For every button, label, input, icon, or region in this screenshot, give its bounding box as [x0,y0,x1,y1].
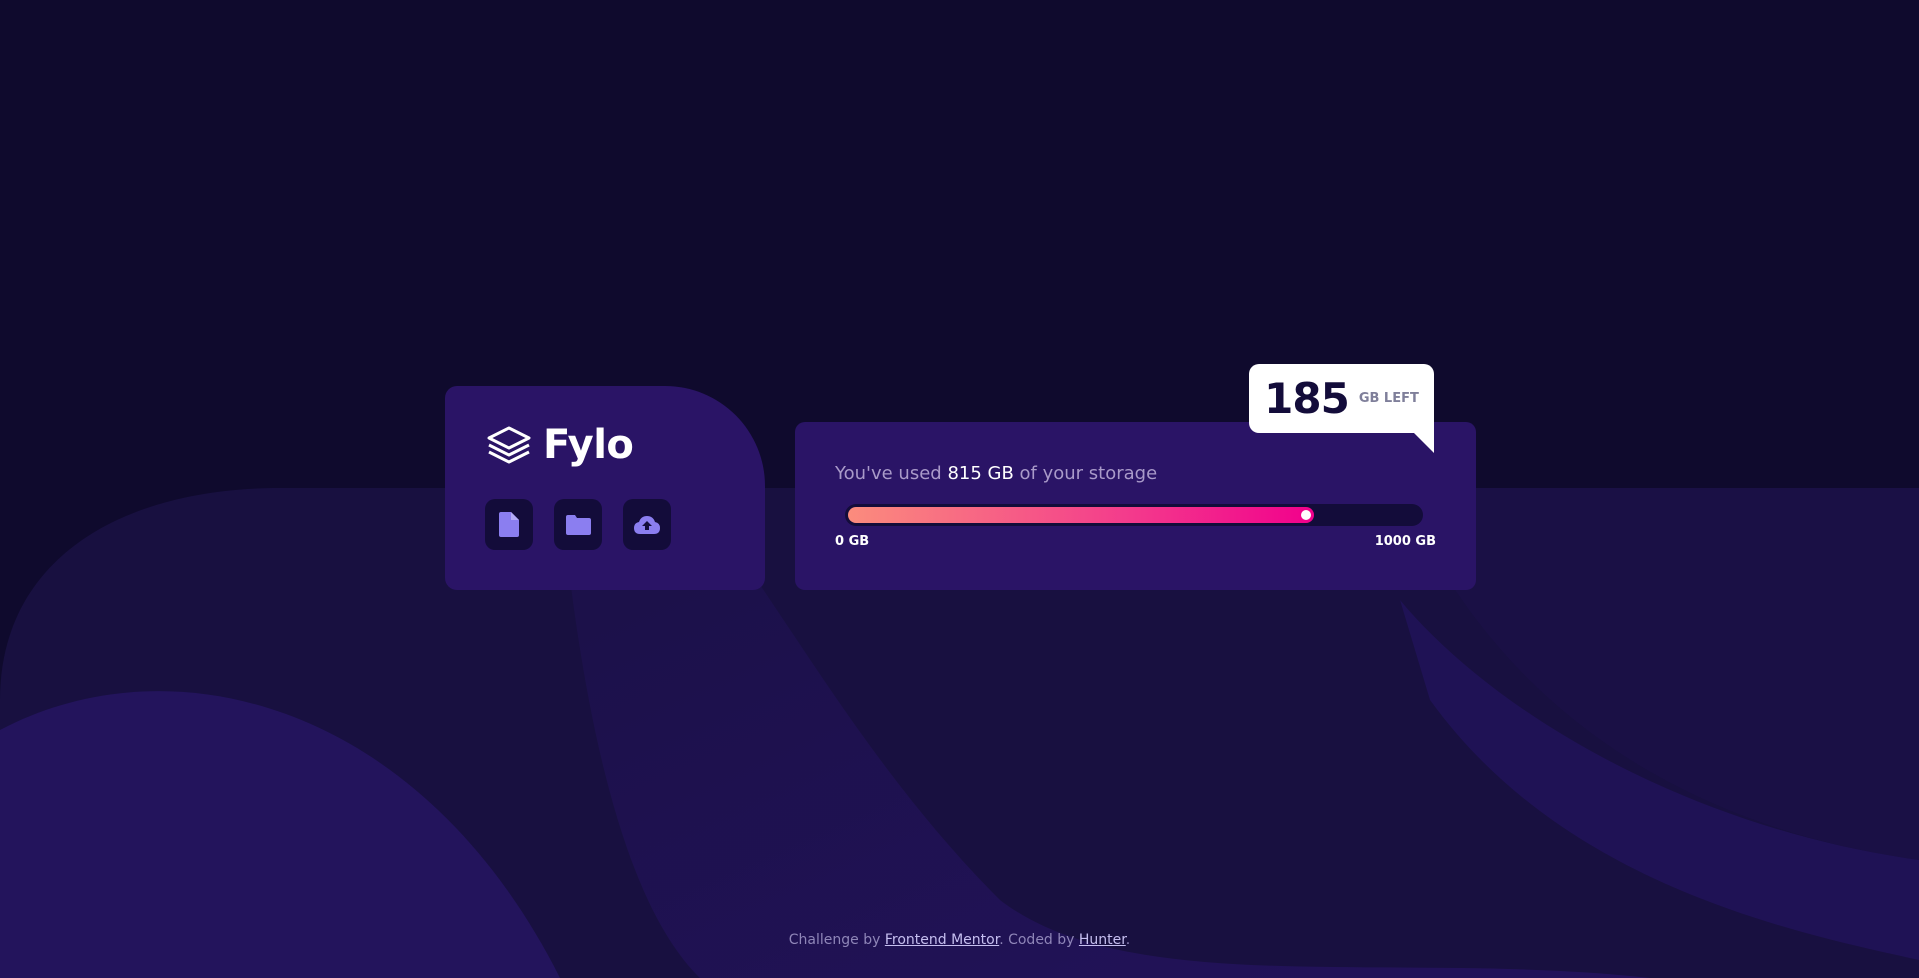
scale-max-label: 1000 GB [1374,534,1436,549]
upload-button[interactable] [623,499,671,550]
storage-progress-fill [848,507,1314,523]
usage-text: You've used 815 GB of your storage [835,463,1157,484]
usage-prefix: You've used [835,463,948,484]
document-icon [499,512,519,537]
brand-card: Fylo [445,386,765,590]
progress-knob [1301,510,1311,520]
storage-progress-bar [845,504,1423,526]
frontend-mentor-link[interactable]: Frontend Mentor [885,932,999,948]
footer-prefix: Challenge by [788,932,885,948]
footer-middle: . Coded by [999,932,1079,948]
attribution-footer: Challenge by Frontend Mentor. Coded by H… [0,932,1919,948]
cloud-upload-icon [634,515,660,534]
storage-card: You've used 815 GB of your storage 0 GB … [795,422,1476,590]
layers-icon [487,426,531,464]
scale-min-label: 0 GB [835,534,870,549]
folder-button[interactable] [554,499,602,550]
document-button[interactable] [485,499,533,550]
remaining-unit: GB LEFT [1358,391,1419,406]
remaining-amount: 185 [1264,374,1350,423]
remaining-tooltip: 185 GB LEFT [1249,364,1434,453]
author-link[interactable]: Hunter [1079,932,1126,948]
usage-suffix: of your storage [1013,463,1158,484]
folder-icon [565,514,591,535]
tool-buttons [485,499,671,550]
footer-suffix: . [1125,932,1131,948]
used-amount: 815 GB [947,463,1014,484]
brand-logo: Fylo [485,422,634,468]
brand-name: Fylo [543,422,634,468]
